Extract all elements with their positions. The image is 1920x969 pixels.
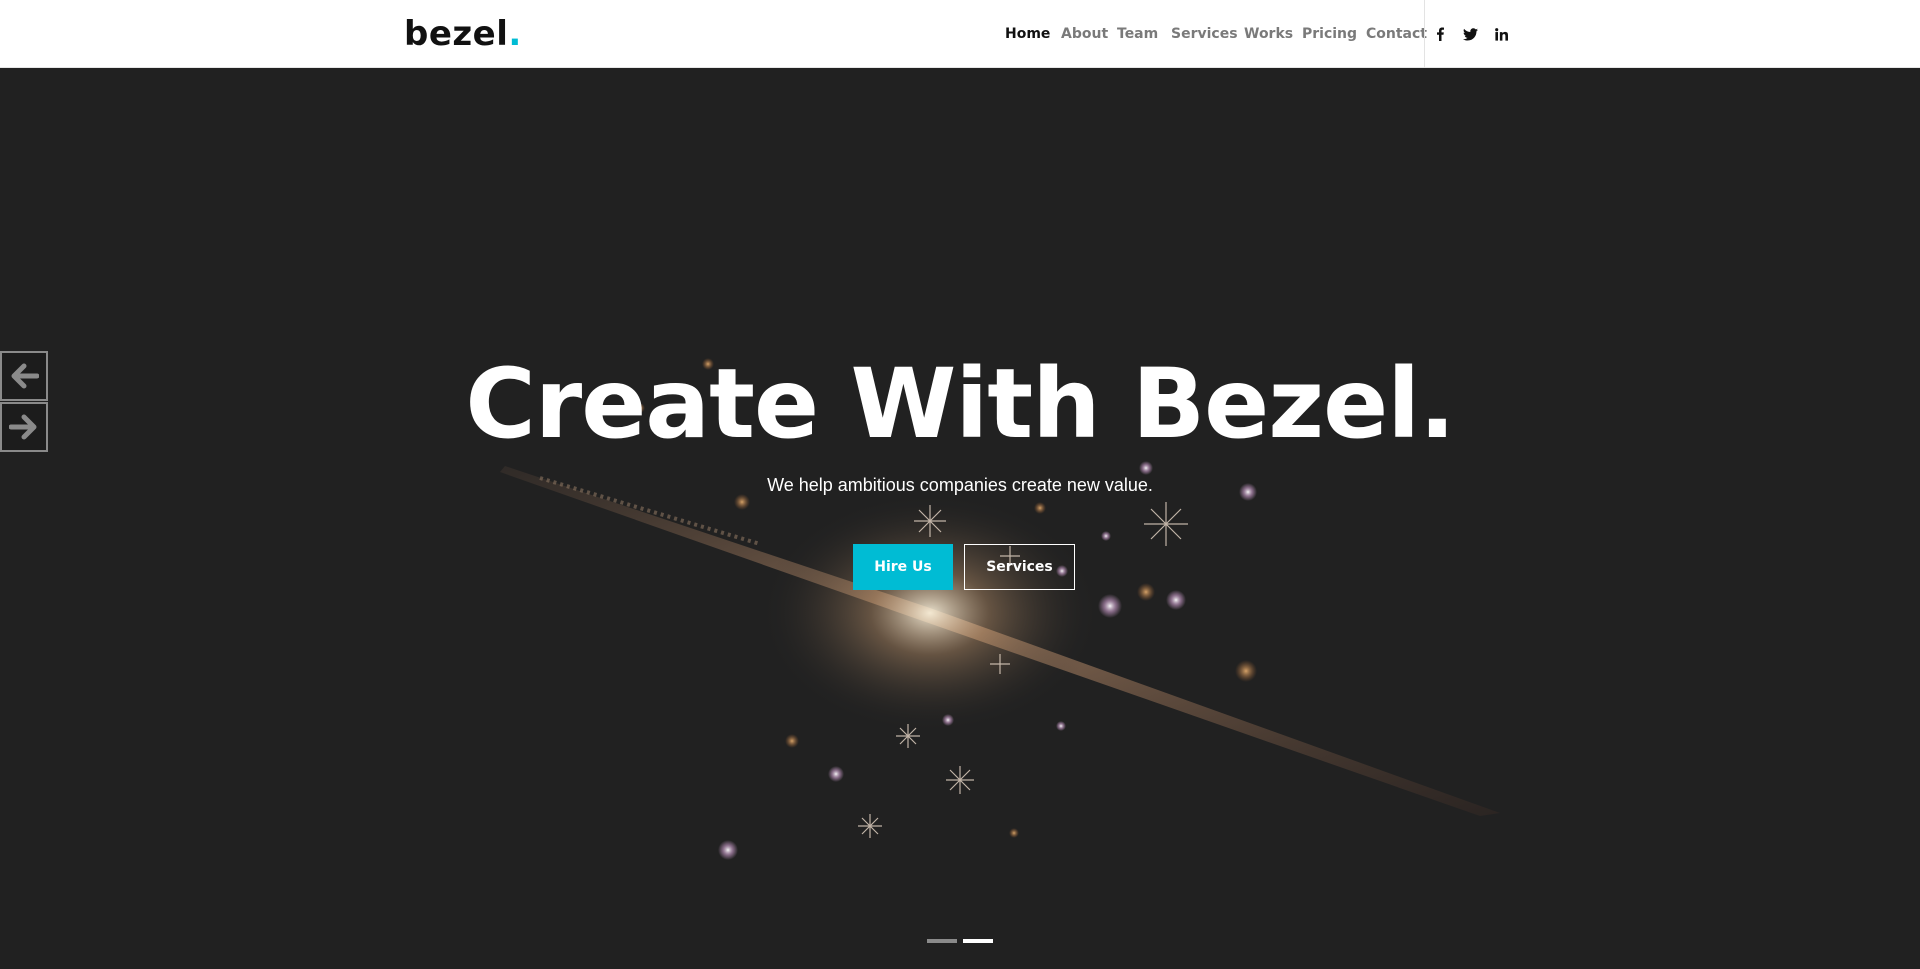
nav-item-home[interactable]: Home (1005, 24, 1050, 44)
nav-item-contact[interactable]: Contact (1366, 24, 1427, 44)
hire-us-button[interactable]: Hire Us (853, 544, 953, 590)
brand-dot: . (508, 14, 522, 54)
twitter-icon[interactable] (1460, 24, 1480, 44)
hero-background-image (0, 68, 1920, 969)
slider-next-button[interactable] (0, 402, 48, 452)
hero-subtitle: We help ambitious companies create new v… (767, 475, 1153, 495)
slider-dot-2[interactable] (963, 939, 993, 943)
arrow-left-icon (11, 363, 39, 389)
nav-item-team[interactable]: Team (1117, 24, 1158, 44)
linkedin-icon[interactable] (1491, 24, 1511, 44)
brand-name: bezel (404, 14, 509, 54)
nav-item-works[interactable]: Works (1244, 24, 1293, 44)
hero-section: Create With Bezel. We help ambitious com… (0, 68, 1920, 969)
services-button[interactable]: Services (964, 544, 1075, 590)
slider-dot-1[interactable] (927, 939, 957, 943)
brand-logo[interactable]: bezel. (404, 12, 522, 56)
slider-prev-button[interactable] (0, 351, 48, 401)
nav-divider (1424, 0, 1425, 68)
arrow-right-icon (9, 414, 37, 440)
hero-title: Create With Bezel. (465, 348, 1455, 460)
facebook-icon[interactable] (1430, 24, 1450, 44)
nav-item-about[interactable]: About (1061, 24, 1108, 44)
nav-item-services[interactable]: Services (1171, 24, 1238, 44)
nav-item-pricing[interactable]: Pricing (1302, 24, 1357, 44)
site-header: bezel. Home About Team Services Works Pr… (0, 0, 1920, 68)
